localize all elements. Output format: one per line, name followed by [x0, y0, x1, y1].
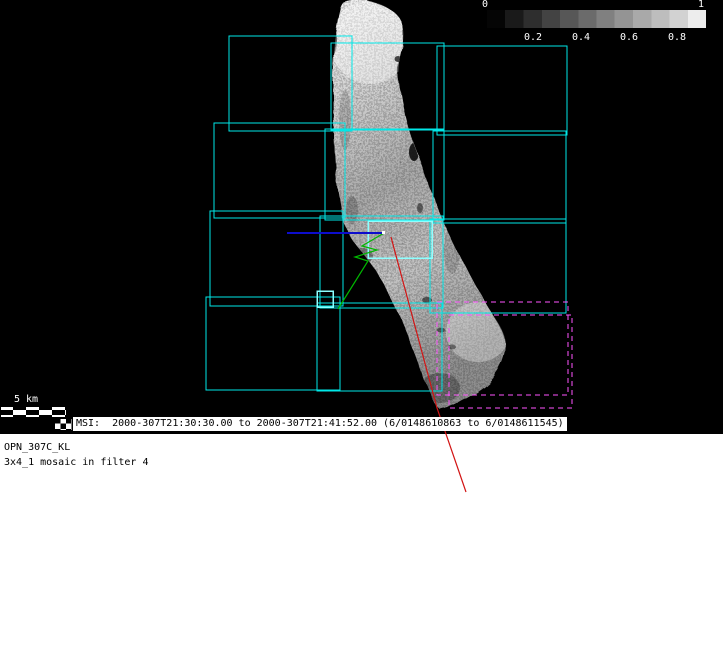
- mosaic-footprint: [206, 297, 340, 390]
- boresight-marker: [382, 231, 385, 234]
- mosaic-planning-screen: 0 1 0.2 0.4 0.6 0.8 5 km MSI: 2000-307T2…: [0, 0, 723, 648]
- colorbar-max-label: 1: [698, 0, 704, 11]
- asteroid-render: [330, 0, 510, 410]
- msi-status-line: MSI: 2000-307T21:30:30.00 to 2000-307T21…: [73, 417, 567, 431]
- scale-bar-label: 5 km: [14, 394, 38, 406]
- colorbar-tick-label: 0.2: [523, 32, 543, 44]
- mosaic-description: 3x4_1 mosaic in filter 4: [4, 457, 149, 469]
- mosaic-footprint: [437, 46, 567, 135]
- colorbar-tick-label: 0.4: [571, 32, 591, 44]
- crater-shadow: [409, 143, 419, 161]
- mosaic-canvas: [0, 0, 723, 648]
- observation-id: OPN_307C_KL: [4, 442, 70, 454]
- colorbar-gradient: [487, 10, 706, 28]
- status-swatch-checker: [55, 419, 72, 430]
- mosaic-footprint: [433, 131, 566, 223]
- colorbar-tick-label: 0.8: [667, 32, 687, 44]
- colorbar-tick-label: 0.6: [619, 32, 639, 44]
- colorbar-min-label: 0: [482, 0, 488, 11]
- scale-bar-checker: [1, 407, 66, 417]
- small-footprint: [317, 291, 333, 307]
